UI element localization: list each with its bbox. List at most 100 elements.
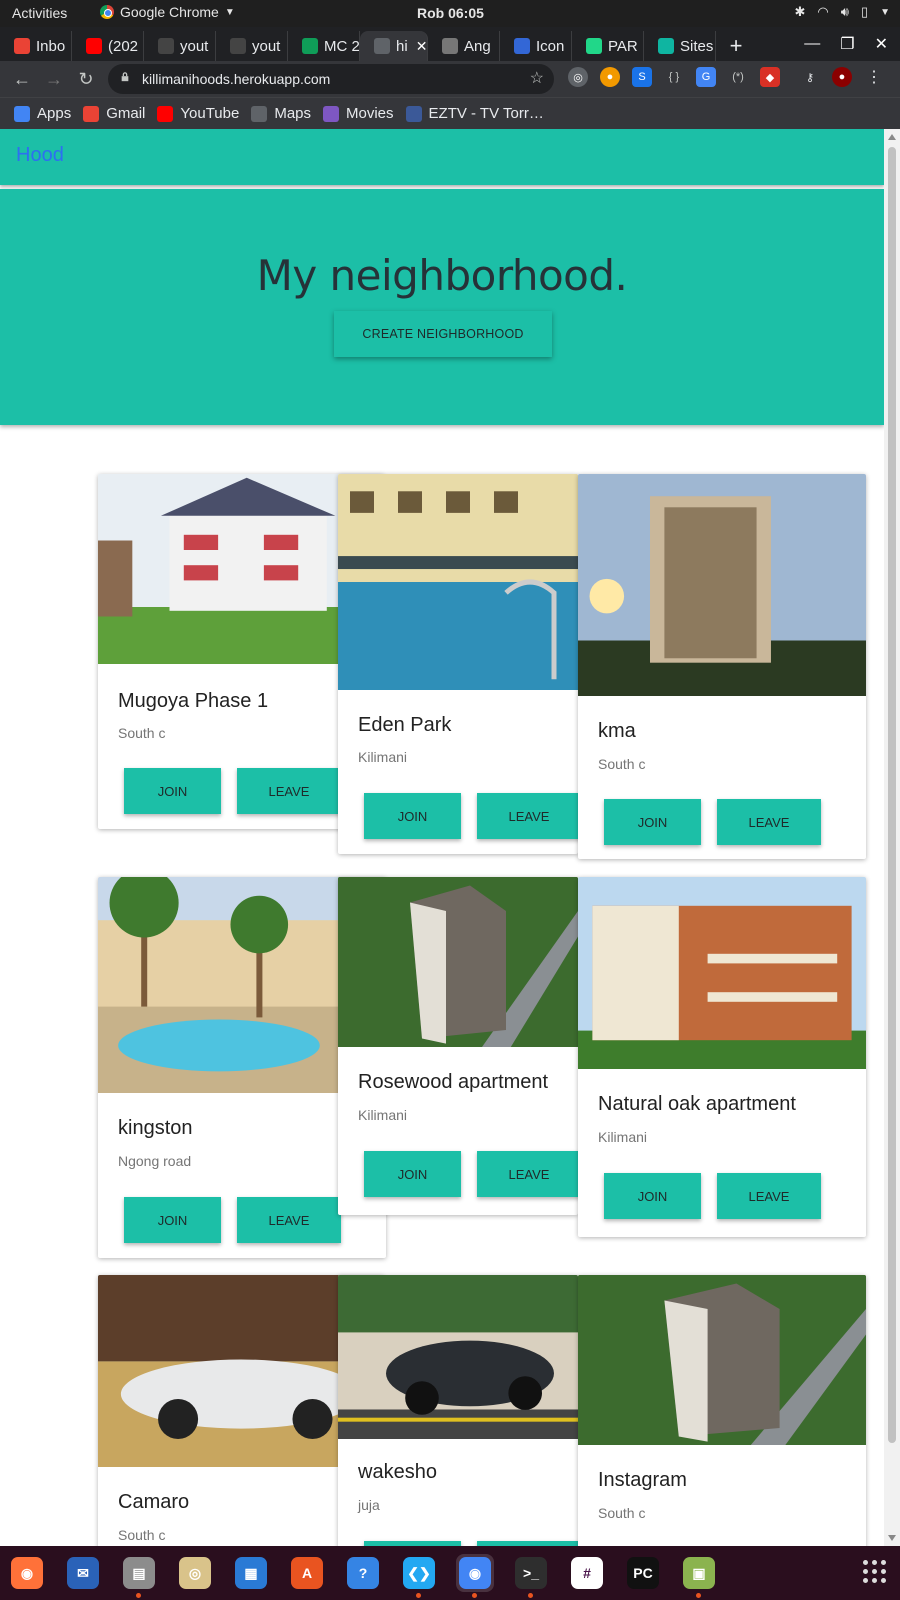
- neighborhood-location: juja: [358, 1497, 380, 1513]
- join-button[interactable]: JOIN: [604, 799, 701, 845]
- leave-button[interactable]: LEAVE: [717, 799, 821, 845]
- page-scrollbar[interactable]: [884, 129, 900, 1546]
- minimize-icon[interactable]: —: [804, 35, 820, 53]
- software-icon[interactable]: A: [288, 1554, 326, 1592]
- compass-extension-icon[interactable]: ◎: [568, 67, 588, 87]
- show-applications-icon[interactable]: [863, 1560, 886, 1583]
- translate-extension-icon[interactable]: G: [696, 67, 716, 87]
- pycharm-icon-glyph: PC: [627, 1557, 659, 1589]
- firefox-icon[interactable]: ◉: [8, 1554, 46, 1592]
- code-extension-icon[interactable]: (*): [728, 67, 748, 87]
- rhythmbox-icon[interactable]: ◎: [176, 1554, 214, 1592]
- writer-icon[interactable]: ▦: [232, 1554, 270, 1592]
- volume-icon: 🔊︎: [840, 4, 849, 19]
- app-menu[interactable]: Google Chrome ▼: [100, 4, 235, 20]
- slack-icon[interactable]: #: [568, 1554, 606, 1592]
- browser-tab[interactable]: yout: [216, 31, 288, 61]
- s-extension-icon[interactable]: S: [632, 67, 652, 87]
- rhythmbox-icon-glyph: ◎: [179, 1557, 211, 1589]
- image-viewer-icon[interactable]: ▣: [680, 1554, 718, 1598]
- bookmark-item[interactable]: Apps: [14, 105, 71, 122]
- owl-extension-icon[interactable]: ●: [600, 67, 620, 87]
- chrome-icon[interactable]: ◉: [456, 1554, 494, 1598]
- key-icon[interactable]: ⚷: [800, 67, 820, 87]
- neighborhood-location: South c: [118, 1527, 166, 1543]
- slack-tray-icon[interactable]: ✱: [794, 4, 805, 20]
- site-navbar: Hood: [0, 129, 884, 185]
- vscode-icon[interactable]: ❮❯: [400, 1554, 438, 1598]
- neighborhood-card: wakeshojujaJOINLEAVE: [338, 1275, 578, 1546]
- bookmark-item[interactable]: YouTube: [157, 105, 239, 122]
- bookmark-item[interactable]: Movies: [323, 105, 394, 122]
- browser-tab[interactable]: MC 2: [288, 31, 360, 61]
- taskbar-dock: ◉ ✉ ▤ ◎ ▦ A? ❮❯ ◉ >_ # PC ▣: [0, 1546, 900, 1600]
- reload-icon[interactable]: ↻: [70, 63, 102, 95]
- activities-button[interactable]: Activities: [12, 5, 67, 21]
- neighborhood-card: Rosewood apartment Kilimani JOIN LEAVE: [338, 877, 578, 1215]
- leave-button[interactable]: LEAVE: [237, 768, 341, 814]
- thunderbird-icon[interactable]: ✉: [64, 1554, 102, 1592]
- address-bar[interactable]: killimanihoods.herokuapp.com ☆: [108, 64, 554, 94]
- tab-close-icon[interactable]: ✕: [416, 38, 427, 55]
- system-tray[interactable]: ✱ ◠ 🔊︎ ▯ ▼: [794, 4, 890, 20]
- movies-icon: [323, 105, 340, 122]
- join-button[interactable]: JOIN: [604, 1173, 701, 1219]
- help-icon[interactable]: ?: [344, 1554, 382, 1592]
- leave-button[interactable]: LEAVE: [477, 793, 578, 839]
- forward-icon[interactable]: →: [38, 63, 70, 95]
- tower-aerial-photo: [578, 1275, 866, 1445]
- window-controls: — ❐ ✕: [804, 27, 900, 61]
- bookmark-item[interactable]: Maps: [251, 105, 311, 122]
- neighborhood-card: kma South c JOIN LEAVE: [578, 474, 866, 859]
- cube-extension-icon[interactable]: ◆: [760, 67, 780, 87]
- image-viewer-icon-glyph: ▣: [683, 1557, 715, 1589]
- browser-tab[interactable]: Ang: [428, 31, 500, 61]
- neighborhood-location: Ngong road: [118, 1153, 192, 1169]
- browser-tab[interactable]: PAR: [572, 31, 644, 61]
- brand-link[interactable]: Hood: [16, 144, 64, 167]
- files-icon[interactable]: ▤: [120, 1554, 158, 1598]
- json-extension-icon[interactable]: { }: [664, 67, 684, 87]
- close-icon[interactable]: ✕: [875, 34, 888, 54]
- join-button[interactable]: JOIN: [124, 768, 221, 814]
- youtube-icon: [86, 38, 102, 54]
- browser-toolbar: ← → ↻ killimanihoods.herokuapp.com ☆ ◎ ●…: [0, 61, 900, 97]
- browser-tab[interactable]: yout: [144, 31, 216, 61]
- maximize-icon[interactable]: ❐: [840, 34, 854, 54]
- browser-tab[interactable]: Sites: [644, 31, 716, 61]
- leave-button[interactable]: LEAVE: [717, 1173, 821, 1219]
- browser-tab[interactable]: hi ✕: [360, 31, 428, 61]
- neighborhood-card: Eden Park Kilimani JOIN LEAVE: [338, 474, 578, 854]
- pc-icon: [586, 38, 602, 54]
- clock[interactable]: Rob 06:05: [417, 5, 484, 21]
- bookmark-star-icon[interactable]: ☆: [530, 68, 544, 88]
- hero-title: My neighborhood.: [256, 251, 628, 300]
- neighborhood-location: South c: [598, 1505, 646, 1521]
- join-button[interactable]: JOIN: [364, 1151, 461, 1197]
- chrome-icon: [100, 5, 114, 19]
- scrollbar-thumb[interactable]: [888, 147, 896, 1443]
- leave-button[interactable]: LEAVE: [237, 1197, 341, 1243]
- browser-tab[interactable]: Inbo: [0, 31, 72, 61]
- scroll-down-icon[interactable]: [888, 1535, 896, 1541]
- back-icon[interactable]: ←: [6, 63, 38, 95]
- tower-sunset-photo: [578, 474, 866, 696]
- bookmark-item[interactable]: EZTV - TV Torr…: [405, 105, 544, 122]
- join-button[interactable]: JOIN: [364, 793, 461, 839]
- scroll-up-icon[interactable]: [888, 134, 896, 140]
- bookmark-label: Gmail: [106, 105, 146, 122]
- avatar-icon: [442, 38, 458, 54]
- join-button[interactable]: JOIN: [124, 1197, 221, 1243]
- browser-tab[interactable]: (202: [72, 31, 144, 61]
- terminal-icon[interactable]: >_: [512, 1554, 550, 1598]
- tab-label: Sites: [680, 37, 714, 55]
- pycharm-icon[interactable]: PC: [624, 1554, 662, 1592]
- bookmark-item[interactable]: Gmail: [83, 105, 145, 122]
- menu-kebab-icon[interactable]: ⋮: [864, 67, 884, 87]
- create-neighborhood-button[interactable]: CREATE NEIGHBORHOOD: [334, 311, 552, 357]
- profile-avatar[interactable]: ●: [832, 67, 852, 87]
- leave-button[interactable]: LEAVE: [477, 1151, 578, 1197]
- files-icon-glyph: ▤: [123, 1557, 155, 1589]
- new-tab-button[interactable]: +: [716, 31, 756, 61]
- browser-tab[interactable]: Icon: [500, 31, 572, 61]
